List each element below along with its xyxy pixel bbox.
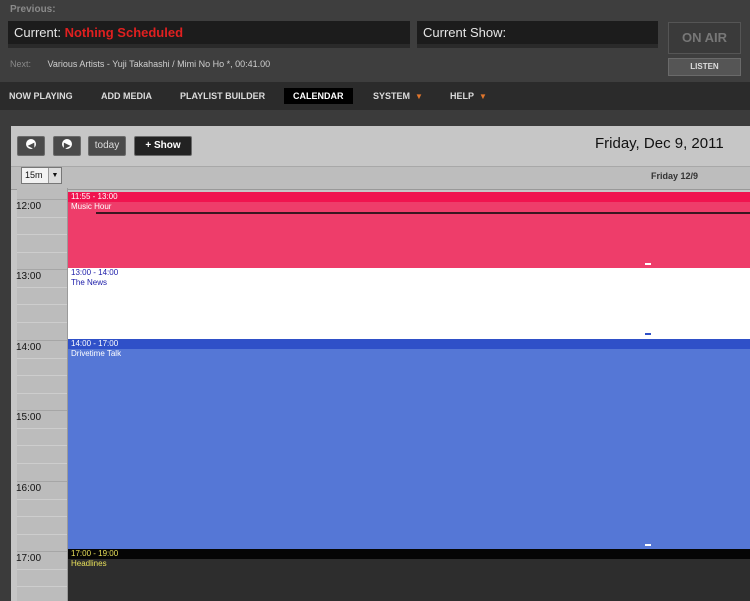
calendar-date-title: Friday, Dec 9, 2011 [595,135,724,152]
current-show-label: Current Show: [423,25,507,40]
slot-line [17,234,67,235]
hour-line [17,269,67,270]
slot-line [17,569,67,570]
next-icon: ▶ [62,139,72,150]
slot-line [17,252,67,253]
event-drivetime-talk[interactable]: 14:00 - 17:00 Drivetime Talk [68,339,750,549]
hour-label: 16:00 [16,483,42,494]
menu-now-playing[interactable]: NOW PLAYING [9,91,73,101]
hour-line [17,410,67,411]
slot-line [17,375,67,376]
slot-line [17,322,67,323]
event-title: Drivetime Talk [71,349,122,358]
current-track-box: Current: Nothing Scheduled [8,21,410,48]
zoom-select[interactable]: 15m ▼ [21,167,62,184]
next-value: Various Artists - Yuji Takahashi / Mimi … [47,59,271,69]
next-track: Next: Various Artists - Yuji Takahashi /… [10,59,270,69]
current-value: Nothing Scheduled [64,25,184,40]
add-show-button[interactable]: + Show [134,136,192,156]
prev-icon: ◀ [26,139,36,150]
day-column-header: Friday 12/9 [651,171,699,181]
slot-line [17,445,67,446]
event-divider [96,212,750,214]
main-menu: NOW PLAYING ADD MEDIA PLAYLIST BUILDER C… [0,82,750,110]
calendar-header-row [11,166,750,190]
hour-line [17,199,67,200]
next-label: Next: [10,59,32,69]
slot-line [17,287,67,288]
hour-line [17,481,67,482]
spacer [0,110,750,126]
slot-line [17,586,67,587]
resize-handle[interactable] [645,544,651,546]
chevron-down-icon: ▼ [48,168,61,183]
status-bar: Previous: Current: Nothing Scheduled Cur… [0,0,750,82]
event-headlines[interactable]: 17:00 - 19:00 Headlines [68,549,750,601]
resize-handle[interactable] [645,263,651,265]
previous-label: Previous: [10,4,56,15]
next-button[interactable]: ▶ [53,136,81,156]
plus-icon: + [145,140,152,151]
event-time: 17:00 - 19:00 [68,549,750,559]
on-air-indicator: ON AIR [668,22,741,54]
current-label: Current: [14,25,61,40]
event-the-news[interactable]: 13:00 - 14:00 The News [68,268,750,339]
slot-line [17,304,67,305]
slot-line [17,463,67,464]
today-button[interactable]: today [88,136,126,156]
listen-button[interactable]: LISTEN [668,58,741,76]
hour-label: 12:00 [16,201,42,212]
hour-label: 17:00 [16,553,42,564]
menu-calendar[interactable]: CALENDAR [284,88,353,104]
time-gutter [17,188,68,601]
chevron-down-icon: ▼ [415,92,423,101]
event-title: Music Hour [71,202,112,211]
slot-line [17,393,67,394]
event-time: 11:55 - 13:00 [68,192,750,202]
event-time: 13:00 - 14:00 [68,268,750,278]
event-music-hour[interactable]: 11:55 - 13:00 Music Hour [68,192,750,268]
event-title: Headlines [71,559,107,568]
slot-line [17,358,67,359]
slot-line [17,516,67,517]
event-time: 14:00 - 17:00 [68,339,750,349]
chevron-down-icon: ▼ [479,92,487,101]
event-title: The News [71,278,108,287]
slot-line [17,499,67,500]
menu-playlist-builder[interactable]: PLAYLIST BUILDER [180,91,265,101]
hour-line [17,340,67,341]
slot-line [17,217,67,218]
slot-line [17,534,67,535]
hour-line [17,551,67,552]
resize-handle[interactable] [645,333,651,335]
menu-help[interactable]: HELP ▼ [450,91,487,101]
current-show-box: Current Show: [417,21,658,48]
hour-label: 14:00 [16,342,42,353]
hour-label: 13:00 [16,271,42,282]
prev-button[interactable]: ◀ [17,136,45,156]
menu-system[interactable]: SYSTEM ▼ [373,91,423,101]
slot-line [17,428,67,429]
menu-add-media[interactable]: ADD MEDIA [101,91,152,101]
hour-label: 15:00 [16,412,42,423]
